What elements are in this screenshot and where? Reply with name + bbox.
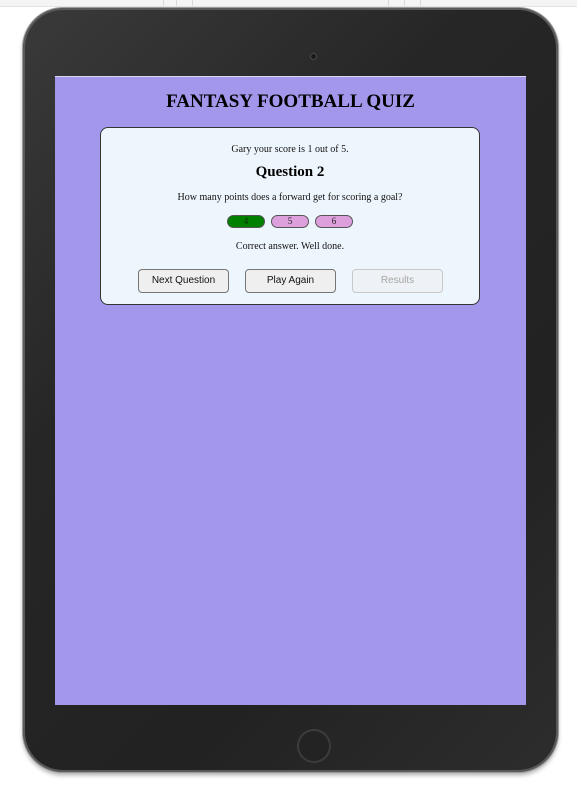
- quiz-actions: Next Question Play Again Results: [138, 269, 443, 293]
- front-camera-icon: [310, 53, 317, 60]
- answer-option-correct[interactable]: 4: [227, 215, 265, 228]
- strip-divider: [420, 0, 421, 6]
- quiz-card: Gary your score is 1 out of 5. Question …: [100, 127, 480, 305]
- browser-top-strip: [0, 0, 577, 7]
- answer-option[interactable]: 6: [315, 215, 353, 228]
- question-text: How many points does a forward get for s…: [177, 192, 403, 203]
- page-title: FANTASY FOOTBALL QUIZ: [166, 91, 415, 112]
- strip-divider: [176, 0, 177, 6]
- strip-divider: [388, 0, 389, 6]
- answer-options: 4 5 6: [101, 215, 479, 228]
- results-button: Results: [352, 269, 443, 293]
- app-screen: FANTASY FOOTBALL QUIZ Gary your score is…: [55, 76, 526, 705]
- play-again-button[interactable]: Play Again: [245, 269, 336, 293]
- feedback-text: Correct answer. Well done.: [235, 241, 345, 252]
- score-text: Gary your score is 1 out of 5.: [231, 144, 349, 155]
- strip-divider: [192, 0, 193, 6]
- home-button[interactable]: [297, 729, 331, 763]
- next-question-button[interactable]: Next Question: [138, 269, 229, 293]
- strip-divider: [404, 0, 405, 6]
- answer-option[interactable]: 5: [271, 215, 309, 228]
- strip-divider: [163, 0, 164, 6]
- question-heading: Question 2: [255, 164, 325, 180]
